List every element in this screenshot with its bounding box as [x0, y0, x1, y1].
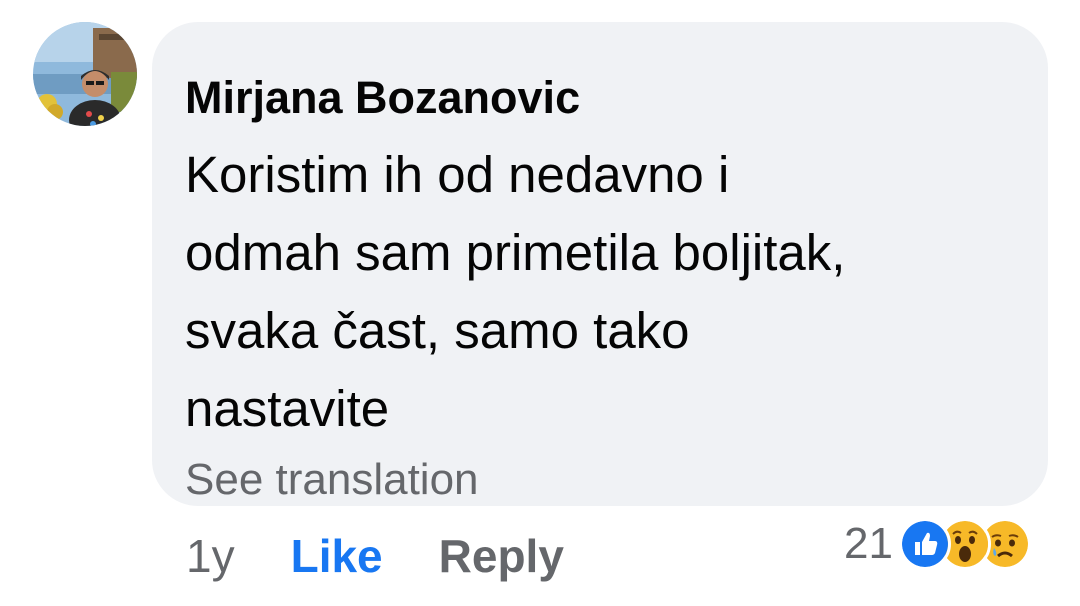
comment-text-line: odmah sam primetila boljitak, [185, 224, 846, 281]
author-name[interactable]: Mirjana Bozanovic [185, 70, 1048, 126]
see-translation-link[interactable]: See translation [185, 452, 479, 508]
timestamp[interactable]: 1y [186, 529, 235, 583]
comment-text-line: nastavite [185, 380, 390, 437]
comment-actions: 1y Like Reply [186, 524, 564, 588]
reaction-count: 21 [844, 519, 893, 568]
avatar-photo-icon [33, 22, 137, 126]
comment-bubble: Mirjana Bozanovic Koristim ih od nedavno… [152, 22, 1048, 506]
like-button[interactable]: Like [291, 529, 383, 583]
reply-button[interactable]: Reply [439, 529, 564, 583]
comment-text-line: Koristim ih od nedavno i [185, 146, 730, 203]
comment-text-line: svaka čast, samo tako [185, 302, 690, 359]
reactions-summary[interactable]: 21 [844, 514, 1031, 574]
avatar[interactable] [33, 22, 137, 126]
comment-text: Koristim ih od nedavno i odmah sam prime… [185, 136, 1025, 448]
comment-container: Mirjana Bozanovic Koristim ih od nedavno… [0, 0, 1080, 606]
like-icon [898, 518, 951, 570]
